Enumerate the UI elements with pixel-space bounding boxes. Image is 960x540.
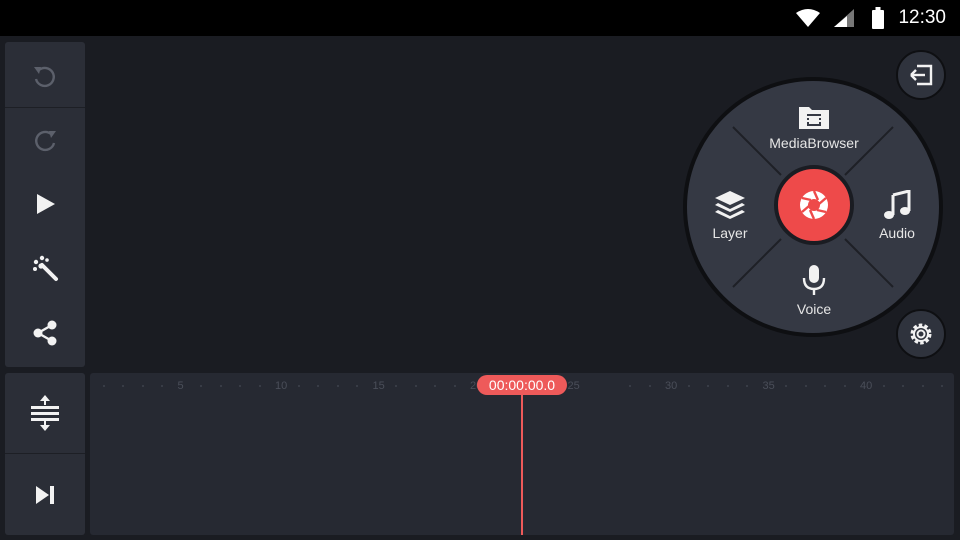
ruler-tick <box>941 385 943 387</box>
skip-to-end-icon <box>36 486 54 504</box>
share-button[interactable] <box>5 301 85 365</box>
microphone-icon <box>802 265 826 295</box>
ruler-tick <box>317 385 319 387</box>
ruler-tick <box>902 385 904 387</box>
redo-button[interactable] <box>5 108 85 172</box>
preview-area <box>90 42 690 367</box>
ruler-tick <box>239 385 241 387</box>
ruler-tick <box>102 385 105 387</box>
ruler-tick <box>297 385 300 387</box>
ruler-tick <box>707 385 709 387</box>
ruler-tick <box>141 385 144 387</box>
layer-button[interactable]: Layer <box>705 190 755 241</box>
ruler-tick <box>336 385 339 387</box>
timeline[interactable]: 510152025303540 00:00:00.0 <box>90 373 954 535</box>
playhead[interactable] <box>521 393 523 535</box>
ruler-label: 10 <box>275 380 288 392</box>
timeline-expand-icon <box>31 395 59 431</box>
ruler-tick <box>629 385 631 387</box>
voice-label: Voice <box>796 301 832 317</box>
play-icon <box>37 194 55 214</box>
ruler-tick <box>804 385 807 387</box>
ruler-tick <box>453 385 456 387</box>
ruler-tick <box>395 385 397 387</box>
ruler-tick <box>200 385 202 387</box>
exit-icon <box>910 64 933 86</box>
audio-label: Audio <box>879 225 915 241</box>
voice-button[interactable]: Voice <box>789 264 839 317</box>
left-toolbar <box>5 42 85 367</box>
camera-shutter-icon <box>800 190 828 220</box>
ruler-tick <box>122 385 124 387</box>
exit-button[interactable] <box>896 50 946 100</box>
ruler-tick <box>746 385 748 387</box>
undo-icon <box>34 66 55 88</box>
ruler-tick <box>356 385 358 387</box>
ruler-tick <box>921 385 924 387</box>
gear-icon <box>910 323 932 345</box>
layers-icon <box>715 191 745 219</box>
ruler-tick <box>414 385 417 387</box>
share-icon <box>33 320 57 346</box>
play-button[interactable] <box>5 172 85 236</box>
music-note-icon <box>884 189 911 219</box>
media-folder-icon <box>799 107 829 129</box>
ruler-tick <box>161 385 163 387</box>
battery-icon <box>872 7 884 29</box>
ruler-tick <box>258 385 261 387</box>
toolbar-divider <box>5 453 85 454</box>
skip-to-end-button[interactable] <box>5 463 85 527</box>
magic-wand-icon <box>33 255 58 281</box>
layer-label: Layer <box>712 225 748 241</box>
ruler-label: 40 <box>860 380 873 392</box>
ruler-label: 30 <box>665 380 678 392</box>
cell-signal-icon <box>834 9 854 27</box>
audio-button[interactable]: Audio <box>872 189 922 241</box>
undo-button[interactable] <box>5 44 85 108</box>
ruler-tick <box>648 385 651 387</box>
wifi-icon <box>796 9 820 27</box>
status-time: 12:30 <box>898 7 946 28</box>
ruler-tick <box>726 385 729 387</box>
ruler-label: 25 <box>567 380 580 392</box>
ruler-tick <box>843 385 846 387</box>
ruler-tick <box>785 385 787 387</box>
media-browser-button[interactable]: MediaBrowser <box>764 104 864 151</box>
ruler-tick <box>434 385 436 387</box>
settings-button[interactable] <box>896 309 946 359</box>
ruler-tick <box>687 385 690 387</box>
timeline-toolbar <box>5 373 85 535</box>
ruler-tick <box>882 385 885 387</box>
ruler-tick <box>824 385 826 387</box>
status-bar: 12:30 <box>0 0 960 36</box>
media-browser-label: MediaBrowser <box>769 135 859 151</box>
redo-icon <box>35 130 56 152</box>
ruler-label: 5 <box>177 380 184 392</box>
timeline-expand-button[interactable] <box>5 381 85 445</box>
timecode-badge: 00:00:00.0 <box>477 375 567 395</box>
ruler-label: 35 <box>762 380 775 392</box>
ruler-tick <box>219 385 222 387</box>
effects-button[interactable] <box>5 236 85 300</box>
capture-button[interactable] <box>774 165 854 245</box>
ruler-label: 15 <box>372 380 385 392</box>
